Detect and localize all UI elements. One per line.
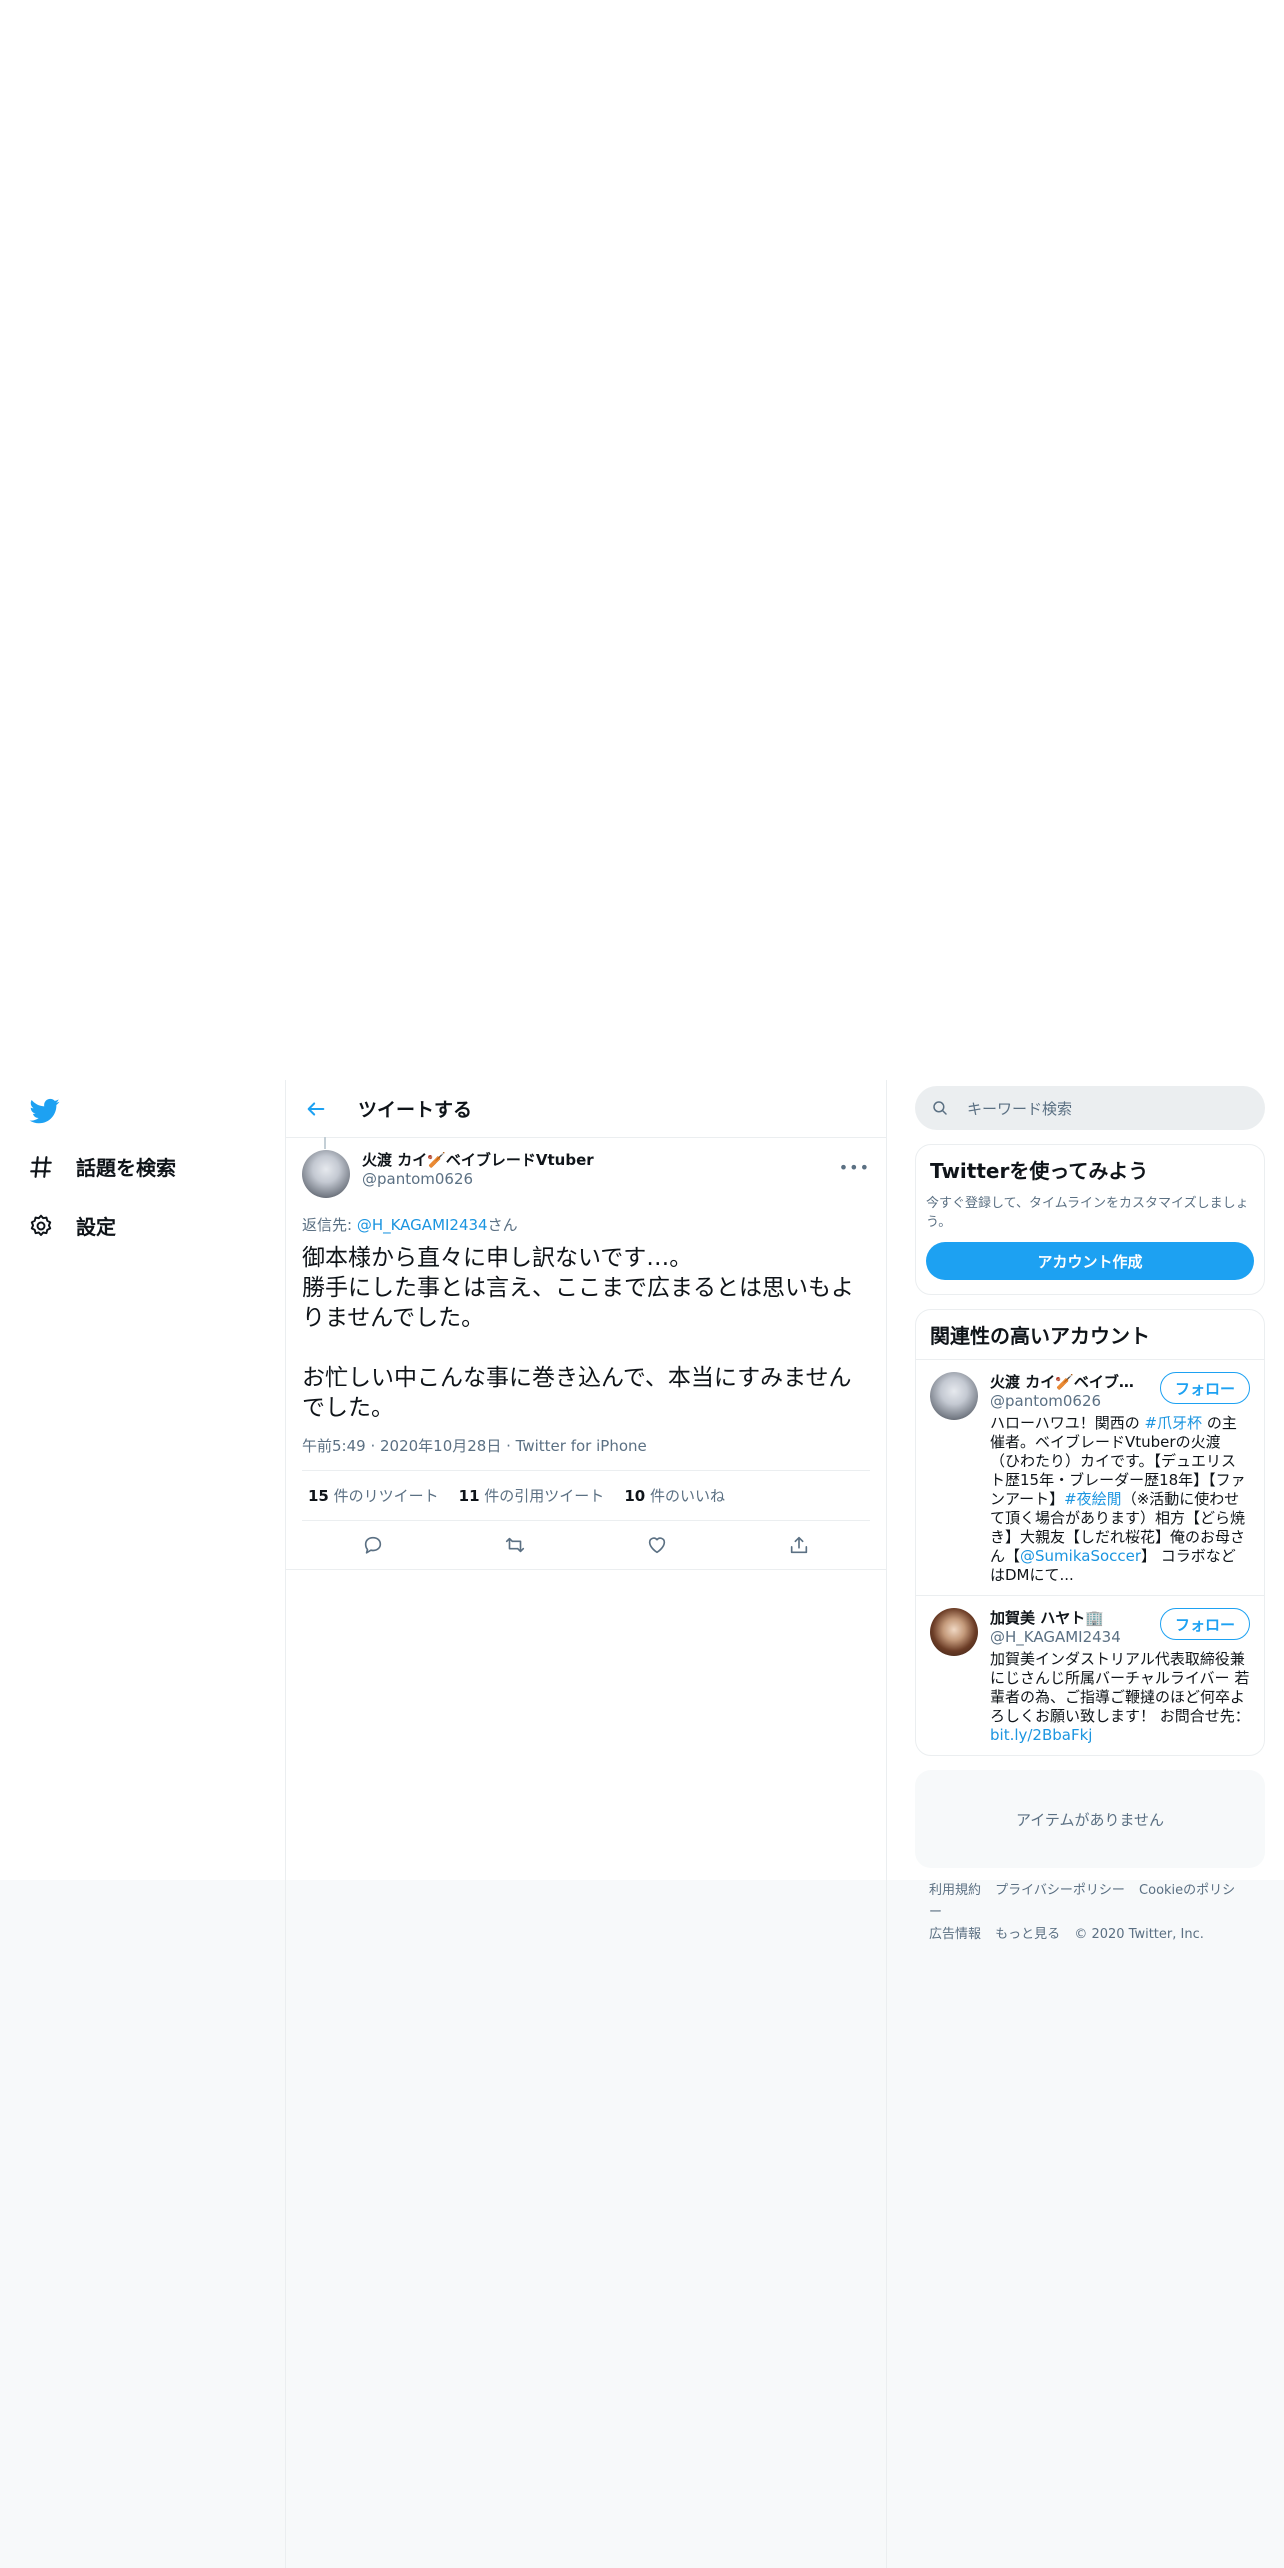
retweets-count: 15 [308,1487,329,1505]
bio-text: 加賀美インダストリアル代表取締役兼 にじさんじ所属バーチャルライバー 若輩者の為… [990,1650,1250,1725]
related-title: 関連性の高いアカウント [930,1324,1150,1348]
tweet-meta: 午前5:49 · 2020年10月28日 · Twitter for iPhon… [302,1437,647,1455]
search-placeholder: キーワード検索 [967,1099,1073,1118]
like-icon[interactable] [646,1534,668,1556]
tweet-time[interactable]: 午前5:49 [302,1437,366,1455]
back-button[interactable] [298,1091,334,1127]
reply-icon[interactable] [362,1534,384,1556]
focused-tweet: 火渡 カイ🏏ベイブレードVtuber @pantom0626 ••• 返信先: … [286,1137,886,1570]
hashtag-link[interactable]: #夜絵閒 [1064,1490,1122,1508]
footer-privacy-link[interactable]: プライバシーポリシー [995,1883,1125,1898]
nav-settings-label: 設定 [76,1215,116,1239]
mention-link[interactable]: @SumikaSoccer [1020,1547,1141,1565]
tweet-actions [286,1521,886,1570]
page-title: ツイートする [358,1099,473,1121]
gear-icon [30,1214,52,1236]
url-link[interactable]: bit.ly/2BbaFkj [990,1726,1092,1744]
signup-card: Twitterを使ってみよう 今すぐ登録して、タイムラインをカスタマイズしましょ… [915,1144,1265,1295]
signup-subtitle: 今すぐ登録して、タイムラインをカスタマイズしましょう。 [926,1196,1249,1230]
main-header: ツイートする [286,1080,886,1138]
tweet-author: 火渡 カイ🏏ベイブレードVtuber @pantom0626 [302,1138,870,1198]
account-bio: 加賀美インダストリアル代表取締役兼 にじさんじ所属バーチャルライバー 若輩者の為… [990,1650,1250,1745]
thread-connector-line [324,1137,326,1149]
retweets-stat[interactable]: 15 件のリツイート [308,1485,439,1506]
nav-explore-label: 話題を検索 [76,1156,176,1180]
create-account-button[interactable]: アカウント作成 [926,1242,1254,1280]
related-account[interactable]: 加賀美 ハヤト🏢 @H_KAGAMI2434 加賀美インダストリアル代表取締役兼… [916,1595,1264,1755]
related-account[interactable]: 火渡 カイ🏏ベイブレ... @pantom0626 ハローハワユ！関西の #爪牙… [916,1359,1264,1595]
bio-text: ハローハワユ！関西の [990,1414,1145,1432]
hashtag-icon [30,1155,52,1178]
reply-handle-link[interactable]: @H_KAGAMI2434 [357,1216,488,1234]
nav-explore[interactable]: 話題を検索 [28,1152,176,1181]
footer-copyright: © 2020 Twitter, Inc. [1074,1927,1204,1942]
reply-suffix: さん [487,1216,518,1234]
tweet-stats: 15 件のリツイート 11 件の引用ツイート 10 件のいいね [302,1470,870,1521]
search-input[interactable]: キーワード検索 [915,1086,1265,1130]
author-name[interactable]: 火渡 カイ🏏ベイブレードVtuber [362,1150,594,1170]
follow-button[interactable]: フォロー [1159,1372,1250,1404]
arrow-left-icon [307,1101,325,1116]
search-icon [933,1101,947,1115]
right-sidebar: キーワード検索 Twitterを使ってみよう 今すぐ登録して、タイムラインをカス… [915,1080,1265,1958]
account-bio: ハローハワユ！関西の #爪牙杯 の主催者。ベイブレードVtuberの火渡（ひわた… [990,1414,1250,1585]
avatar[interactable] [930,1608,978,1656]
main-column: ツイートする 火渡 カイ🏏ベイブレードVtuber @pantom0626 ••… [285,1080,887,2568]
related-accounts-card: 関連性の高いアカウント 火渡 カイ🏏ベイブレ... @pantom0626 ハロ… [915,1309,1265,1756]
footer-terms-link[interactable]: 利用規約 [929,1883,981,1898]
likes-stat[interactable]: 10 件のいいね [624,1485,725,1506]
twitter-logo-icon[interactable] [28,1096,62,1126]
more-options-icon[interactable]: ••• [839,1158,870,1177]
reply-to: 返信先: @H_KAGAMI2434さん [302,1214,870,1235]
account-name[interactable]: 火渡 カイ🏏ベイブレ... [990,1372,1140,1392]
avatar[interactable] [930,1372,978,1420]
quotes-count: 11 [458,1487,480,1505]
likes-count: 10 [624,1487,646,1505]
footer-links: 利用規約 プライバシーポリシー Cookieのポリシー 広告情報 もっと見る ©… [915,1868,1265,1958]
quotes-stat[interactable]: 11 件の引用ツイート [459,1485,605,1506]
avatar[interactable] [302,1150,350,1198]
tweet-date[interactable]: 2020年10月28日 [380,1437,501,1455]
tweet-source: Twitter for iPhone [515,1437,647,1455]
tweet-text: 御本様から直々に申し訳ないです…。 勝手にした事とは言え、ここまで広まるとは思い… [302,1245,854,1421]
footer-more-link[interactable]: もっと見る [995,1927,1060,1942]
retweet-icon[interactable] [504,1534,526,1556]
reply-prefix: 返信先: [302,1216,357,1234]
empty-trends-card: アイテムがありません [915,1770,1265,1868]
account-name[interactable]: 加賀美 ハヤト🏢 [990,1608,1140,1628]
follow-button[interactable]: フォロー [1159,1608,1250,1640]
share-icon[interactable] [788,1534,810,1556]
hashtag-link[interactable]: #爪牙杯 [1144,1414,1202,1432]
retweets-label: 件のリツイート [328,1487,439,1505]
author-handle[interactable]: @pantom0626 [362,1170,594,1188]
nav-settings[interactable]: 設定 [28,1211,116,1240]
quotes-label: 件の引用ツイート [479,1487,605,1505]
footer-ads-link[interactable]: 広告情報 [929,1927,981,1942]
signup-title: Twitterを使ってみよう [930,1159,1149,1183]
likes-label: 件のいいね [645,1487,725,1505]
